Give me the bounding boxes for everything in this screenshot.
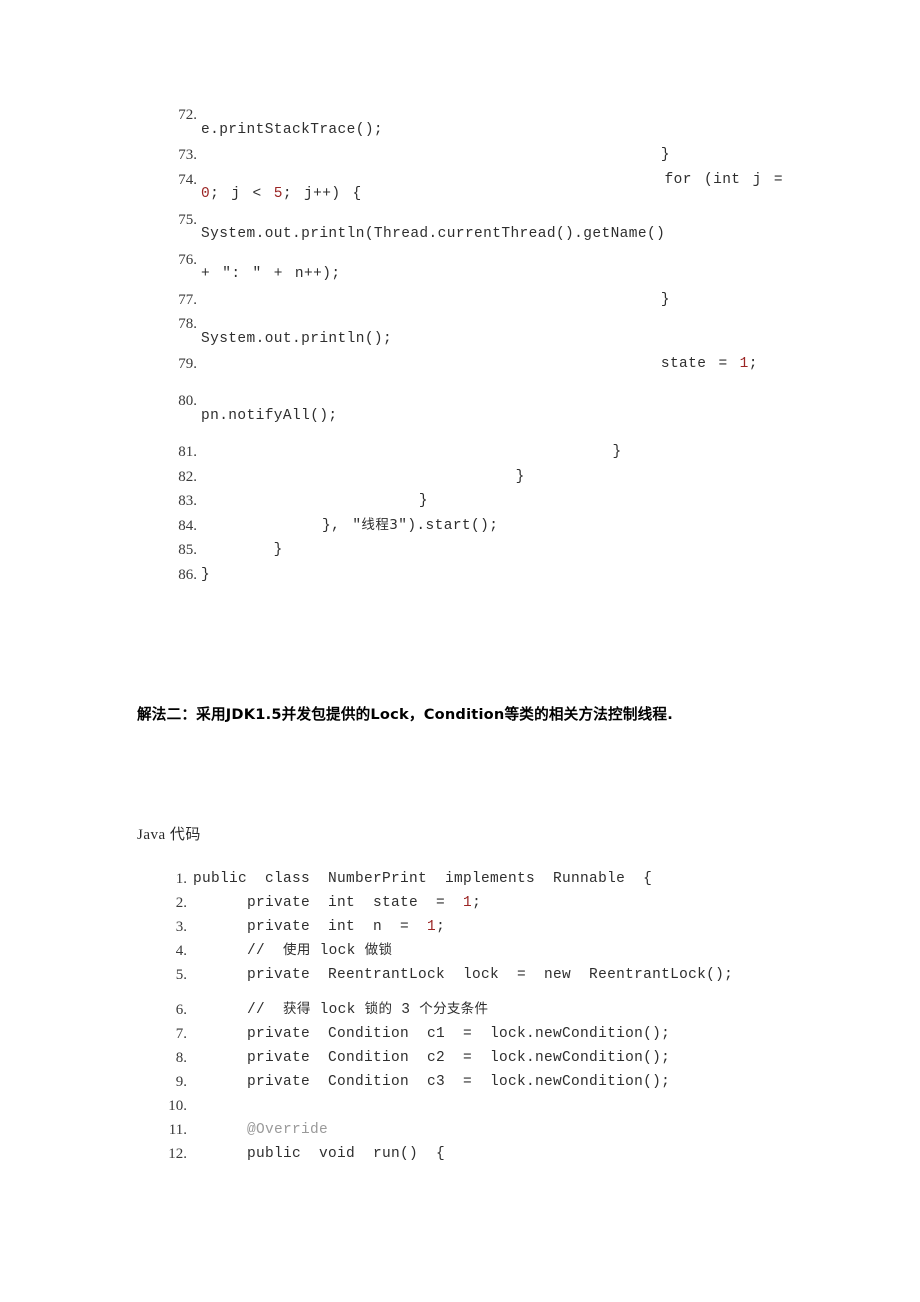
line-number: 84.: [178, 517, 197, 534]
code-line: 75. System.out.println(Thread.currentThr…: [163, 211, 783, 242]
code-comment: // 获得 lock 锁的 3 个分支条件: [193, 1001, 489, 1018]
code-text: public class NumberPrint implements Runn…: [193, 871, 653, 887]
line-number: 1.: [175, 871, 187, 887]
line-number: 72.: [178, 107, 197, 123]
code-text: pn.notifyAll();: [201, 393, 661, 424]
line-number: 76.: [178, 251, 197, 268]
code-text: + ": " + n++);: [201, 251, 807, 282]
chinese-comment-text: 获得: [283, 1001, 311, 1017]
code-text: private ReentrantLock lock = new Reentra…: [193, 967, 734, 983]
code-text: System.out.println(Thread.currentThread(…: [201, 211, 710, 242]
line-number: 82.: [178, 468, 197, 485]
line-number: 73.: [178, 147, 197, 163]
numeric-literal: 0: [201, 186, 211, 202]
code-text: private Condition c3 = lock.newCondition…: [193, 1074, 671, 1090]
code-line: 73. }: [163, 148, 783, 163]
code-line: 5. private ReentrantLock lock = new Reen…: [163, 968, 803, 983]
line-number: 5.: [175, 967, 187, 983]
code-text: }: [201, 444, 622, 460]
solution-two-heading: 解法二：采用JDK1.5并发包提供的Lock，Condition等类的相关方法控…: [137, 706, 673, 723]
numeric-literal: 1: [427, 919, 437, 935]
code-text: public void run() {: [193, 1146, 446, 1162]
numeric-literal: 1: [463, 895, 473, 911]
code-line: 3. private int n = 1;: [163, 920, 803, 935]
line-number: 2.: [175, 895, 187, 911]
code-line: 80. pn.notifyAll();: [163, 394, 783, 423]
line-number: 11.: [168, 1122, 187, 1138]
code-line: 1. public class NumberPrint implements R…: [163, 872, 803, 887]
code-text: private int n = 1;: [193, 919, 446, 935]
java-code-listing-part1: 72. e.printStackTrace(); 73. } 74. for (…: [163, 108, 783, 592]
line-number: 86.: [178, 566, 197, 583]
line-number: 4.: [175, 943, 187, 959]
chinese-comment-text: 锁的: [364, 1001, 393, 1017]
code-line: 7. private Condition c1 = lock.newCondit…: [163, 1027, 803, 1042]
numeric-literal: 5: [273, 186, 283, 202]
line-number: 80.: [178, 393, 197, 409]
code-line: 9. private Condition c3 = lock.newCondit…: [163, 1075, 803, 1090]
code-text: }: [201, 291, 670, 308]
code-line: 83. }: [163, 494, 783, 509]
code-text: state = 1;: [201, 356, 758, 372]
code-line: 4. // 使用 lock 做锁: [163, 942, 803, 959]
chinese-string-literal: 线程3: [361, 516, 399, 533]
code-text: }: [201, 147, 670, 163]
code-line: 8. private Condition c2 = lock.newCondit…: [163, 1051, 803, 1066]
code-line: 81. }: [163, 445, 783, 460]
line-number: 3.: [175, 919, 187, 935]
code-text: e.printStackTrace();: [201, 107, 710, 138]
code-comment: // 使用 lock 做锁: [193, 942, 393, 959]
code-text: }: [201, 542, 283, 558]
code-line: 82. }: [163, 468, 783, 485]
code-line: 86. }: [163, 566, 783, 583]
java-code-listing-part2: 1. public class NumberPrint implements R…: [163, 872, 803, 1171]
code-line: 2. private int state = 1;: [163, 896, 803, 911]
chinese-comment-text: 使用: [283, 942, 311, 958]
code-line: 12. public void run() {: [163, 1147, 803, 1162]
line-number: 85.: [178, 542, 197, 558]
code-text: System.out.println();: [201, 316, 661, 347]
code-line: 79. state = 1;: [163, 357, 783, 372]
line-number: 8.: [175, 1050, 187, 1066]
code-text: private Condition c1 = lock.newCondition…: [193, 1026, 671, 1042]
line-number: 10.: [168, 1098, 187, 1114]
code-text: for (int j = 0; j < 5; j++) {: [201, 171, 796, 202]
code-line: 6. // 获得 lock 锁的 3 个分支条件: [163, 1001, 803, 1018]
line-number: 77.: [178, 291, 197, 308]
line-number: 9.: [175, 1074, 187, 1090]
code-text: }, "线程3").start();: [201, 516, 499, 534]
code-line: 74. for (int j = 0; j < 5; j++) {: [163, 171, 796, 202]
code-text: }: [201, 566, 211, 583]
code-line: 72. e.printStackTrace();: [163, 108, 783, 137]
numeric-literal: 1: [739, 356, 749, 372]
line-number: 79.: [178, 356, 197, 372]
line-number: 75.: [178, 211, 197, 228]
line-number: 74.: [178, 171, 197, 188]
code-text: }: [201, 493, 428, 509]
line-number: 83.: [178, 493, 197, 509]
code-line: 10.: [163, 1099, 803, 1114]
code-line: 85. }: [163, 543, 783, 558]
line-number: 12.: [168, 1146, 187, 1162]
line-number: 6.: [175, 1002, 187, 1018]
chinese-comment-text: 做锁: [364, 942, 393, 958]
code-line: 76. + ": " + n++);: [163, 251, 807, 282]
chinese-comment-text: 个分支条件: [419, 1001, 489, 1017]
code-line: 77. }: [163, 291, 783, 308]
code-line: 11. @Override: [163, 1123, 803, 1138]
line-number: 78.: [178, 316, 197, 332]
document-page: 72. e.printStackTrace(); 73. } 74. for (…: [0, 0, 920, 1302]
code-line: 78. System.out.println();: [163, 317, 783, 346]
java-code-caption: Java 代码: [137, 827, 201, 843]
line-number: 7.: [175, 1026, 187, 1042]
code-line: 84. }, "线程3").start();: [163, 516, 783, 534]
line-number: 81.: [178, 444, 197, 460]
code-text: private Condition c2 = lock.newCondition…: [193, 1050, 671, 1066]
annotation-override: @Override: [193, 1122, 329, 1138]
code-text: private int state = 1;: [193, 895, 482, 911]
code-text: }: [201, 468, 525, 485]
